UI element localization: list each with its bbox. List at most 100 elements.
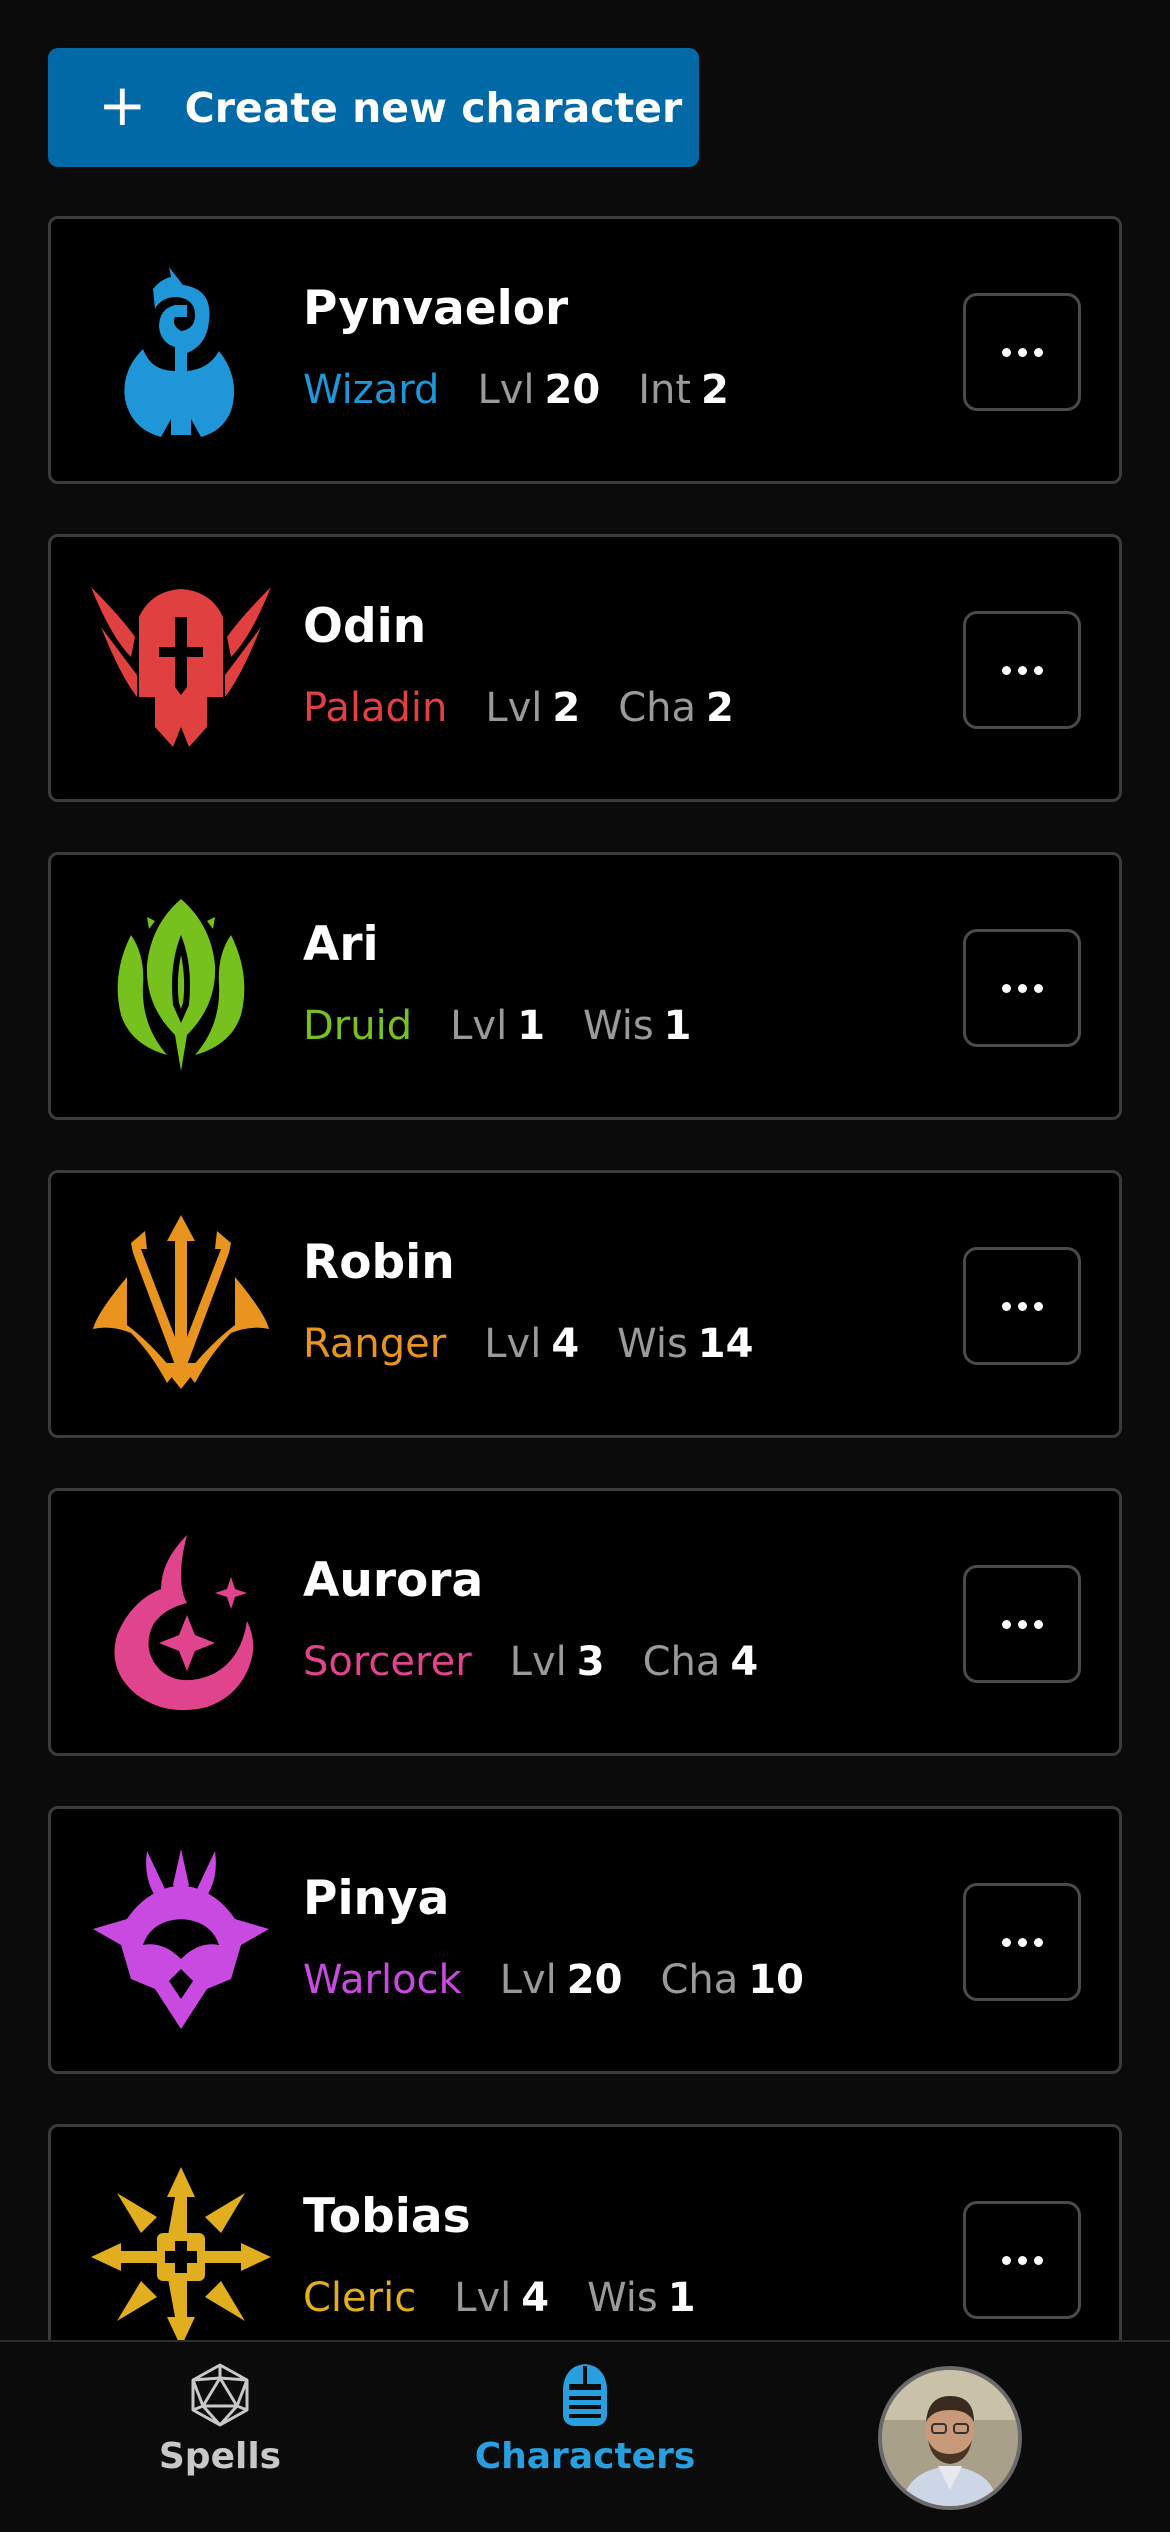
ellipsis-dot: [1033, 1301, 1043, 1311]
plus-icon: +: [98, 70, 147, 139]
character-meta: Warlock Lvl 20 Cha 10: [303, 1957, 842, 2003]
level-value: 4: [521, 2275, 550, 2321]
stat-label: Int: [638, 367, 692, 413]
d20-icon: [191, 2363, 249, 2427]
ellipsis-dot: [1033, 2255, 1043, 2265]
more-options-button[interactable]: [963, 929, 1081, 1047]
ellipsis-dot: [1017, 1301, 1027, 1311]
level-label: Lvl: [509, 1639, 567, 1685]
character-name: Tobias: [303, 2189, 471, 2244]
level-label: Lvl: [477, 367, 535, 413]
tab-spells-label: Spells: [158, 2436, 282, 2477]
more-options-button[interactable]: [963, 293, 1081, 411]
character-class: Warlock: [303, 1957, 462, 2003]
ellipsis-icon: [1001, 2255, 1011, 2265]
character-name: Aurora: [303, 1553, 484, 1608]
character-name: Odin: [303, 599, 427, 654]
stat-value: 2: [706, 685, 734, 731]
character-meta: Druid Lvl 1 Wis 1: [303, 1003, 730, 1049]
avatar[interactable]: [878, 2366, 1022, 2510]
level-value: 3: [576, 1639, 605, 1685]
stat-label: Wis: [617, 1321, 688, 1367]
ellipsis-dot: [1033, 983, 1043, 993]
character-name: Ari: [303, 917, 379, 972]
character-meta: Ranger Lvl 4 Wis 14: [303, 1321, 791, 1367]
ellipsis-dot: [1017, 1937, 1027, 1947]
ellipsis-dot: [1017, 347, 1027, 357]
character-meta: Sorcerer Lvl 3 Cha 4: [303, 1639, 796, 1685]
stat-value: 2: [701, 367, 729, 413]
level-value: 4: [551, 1321, 580, 1367]
ellipsis-dot: [1033, 665, 1043, 675]
character-class: Wizard: [303, 367, 440, 413]
character-card-aurora[interactable]: Aurora Sorcerer Lvl 3 Cha 4: [48, 1488, 1122, 1756]
stat-label: Wis: [587, 2275, 658, 2321]
ellipsis-dot: [1017, 2255, 1027, 2265]
ellipsis-dot: [1033, 347, 1043, 357]
create-new-character-button[interactable]: + Create new character: [48, 48, 699, 167]
more-options-button[interactable]: [963, 611, 1081, 729]
tab-characters[interactable]: Characters: [445, 2362, 725, 2477]
ellipsis-icon: [1001, 983, 1011, 993]
stat-value: 1: [663, 1003, 692, 1049]
cleric-emblem-icon: [91, 2167, 271, 2347]
character-class: Paladin: [303, 685, 448, 731]
character-name: Pinya: [303, 1871, 450, 1926]
character-card-odin[interactable]: Odin Paladin Lvl 2 Cha 2: [48, 534, 1122, 802]
wizard-emblem-icon: [124, 267, 235, 437]
druid-emblem-icon: [117, 899, 245, 1071]
character-name: Pynvaelor: [303, 281, 569, 336]
stat-value: 10: [748, 1957, 804, 2003]
ellipsis-icon: [1001, 665, 1011, 675]
level-value: 2: [552, 685, 581, 731]
stat-label: Cha: [660, 1957, 739, 2003]
ellipsis-icon: [1001, 1301, 1011, 1311]
more-options-button[interactable]: [963, 1883, 1081, 2001]
level-label: Lvl: [450, 1003, 508, 1049]
character-card-pynvaelor[interactable]: Pynvaelor Wizard Lvl 20 Int 2: [48, 216, 1122, 484]
level-label: Lvl: [484, 1321, 542, 1367]
ellipsis-dot: [1033, 1937, 1043, 1947]
more-options-button[interactable]: [963, 1565, 1081, 1683]
ellipsis-icon: [1001, 1937, 1011, 1947]
level-value: 20: [566, 1957, 623, 2003]
knight-helmet-icon: [563, 2364, 607, 2426]
stat-label: Cha: [618, 685, 697, 731]
level-value: 1: [517, 1003, 546, 1049]
stat-value: 14: [697, 1321, 754, 1367]
sorcerer-emblem-icon: [114, 1535, 254, 1711]
character-meta: Cleric Lvl 4 Wis 1: [303, 2275, 734, 2321]
level-value: 20: [544, 367, 601, 413]
tab-characters-label: Characters: [474, 2436, 696, 2477]
level-label: Lvl: [454, 2275, 512, 2321]
character-class: Druid: [303, 1003, 413, 1049]
level-label: Lvl: [485, 685, 543, 731]
more-options-button[interactable]: [963, 1247, 1081, 1365]
ellipsis-dot: [1017, 1619, 1027, 1629]
warlock-emblem-icon: [93, 1849, 269, 2029]
ellipsis-dot: [1017, 665, 1027, 675]
character-meta: Paladin Lvl 2 Cha 2: [303, 685, 772, 731]
profile-photo: [882, 2370, 1018, 2506]
character-class: Cleric: [303, 2275, 417, 2321]
stat-label: Cha: [642, 1639, 721, 1685]
tab-spells[interactable]: Spells: [130, 2362, 310, 2477]
ranger-emblem-icon: [93, 1215, 269, 1389]
character-class: Ranger: [303, 1321, 447, 1367]
more-options-button[interactable]: [963, 2201, 1081, 2319]
stat-value: 4: [730, 1639, 759, 1685]
ellipsis-dot: [1033, 1619, 1043, 1629]
character-card-robin[interactable]: Robin Ranger Lvl 4 Wis 14: [48, 1170, 1122, 1438]
ellipsis-icon: [1001, 347, 1011, 357]
character-meta: Wizard Lvl 20 Int 2: [303, 367, 767, 413]
character-card-ari[interactable]: Ari Druid Lvl 1 Wis 1: [48, 852, 1122, 1120]
ellipsis-dot: [1017, 983, 1027, 993]
level-label: Lvl: [499, 1957, 557, 2003]
stat-value: 1: [667, 2275, 696, 2321]
character-card-pinya[interactable]: Pinya Warlock Lvl 20 Cha 10: [48, 1806, 1122, 2074]
character-name: Robin: [303, 1235, 455, 1290]
stat-label: Wis: [583, 1003, 654, 1049]
bottom-tab-bar: Spells Characters: [0, 2340, 1170, 2532]
character-class: Sorcerer: [303, 1639, 472, 1685]
ellipsis-icon: [1001, 1619, 1011, 1629]
